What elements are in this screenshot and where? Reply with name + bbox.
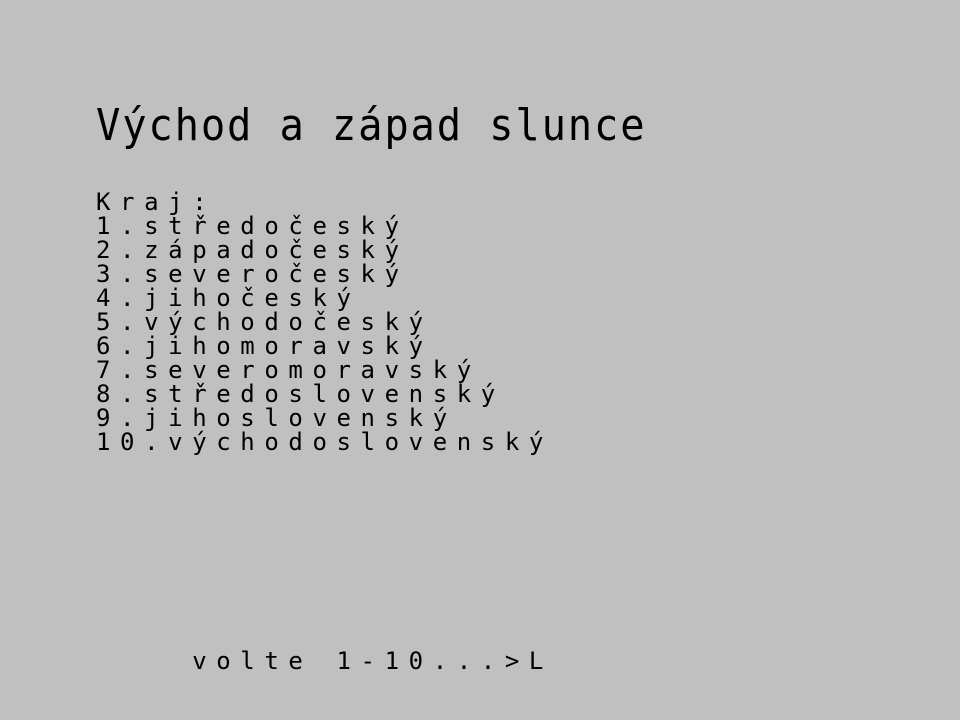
region-heading: Kraj: — [96, 188, 217, 216]
region-option-2[interactable]: 2.západočeský — [96, 238, 553, 262]
region-option-7[interactable]: 7.severomoravský — [96, 358, 553, 382]
program-title: Východ a západ slunce — [96, 100, 647, 151]
region-option-8[interactable]: 8.středoslovenský — [96, 382, 553, 406]
region-option-4[interactable]: 4.jihočeský — [96, 286, 553, 310]
region-option-10[interactable]: 10.východoslovenský — [96, 430, 553, 454]
region-option-5[interactable]: 5.východočeský — [96, 310, 553, 334]
input-cursor: L — [528, 647, 544, 675]
region-option-3[interactable]: 3.severočeský — [96, 262, 553, 286]
region-option-6[interactable]: 6.jihomoravský — [96, 334, 553, 358]
zx-screen: Východ a západ slunce Kraj: 1.středočesk… — [0, 0, 960, 720]
region-option-1[interactable]: 1.středočeský — [96, 214, 553, 238]
prompt-label: volte 1-10...> — [192, 647, 529, 675]
region-menu: Kraj: 1.středočeský 2.západočeský 3.seve… — [96, 190, 553, 454]
input-prompt[interactable]: volte 1-10...>L — [96, 622, 543, 700]
region-option-9[interactable]: 9.jihoslovenský — [96, 406, 553, 430]
